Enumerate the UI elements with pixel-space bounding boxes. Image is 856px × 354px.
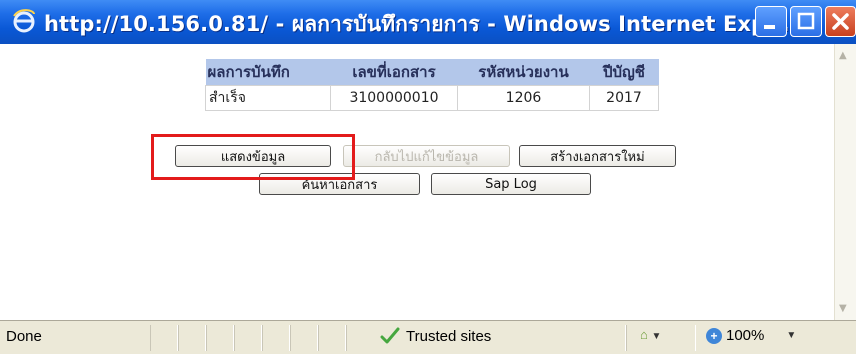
status-segment <box>234 325 262 351</box>
security-zone[interactable]: Trusted sites <box>380 327 491 345</box>
result-table: ผลการบันทึก เลขที่เอกสาร รหัสหน่วยงาน ปี… <box>205 59 659 111</box>
status-segment <box>178 325 206 351</box>
check-icon <box>380 327 400 344</box>
zoom-level: 100% <box>726 327 765 344</box>
ie-logo-icon <box>12 8 36 34</box>
status-segment <box>150 325 178 351</box>
header-result: ผลการบันทึก <box>205 59 331 86</box>
cell-department-code: 1206 <box>457 85 590 111</box>
header-department-code: รหัสหน่วยงาน <box>457 59 590 86</box>
cell-result: สำเร็จ <box>205 85 331 111</box>
security-zone-icon[interactable]: ⌂ ▼ <box>640 327 661 342</box>
highlight-annotation <box>151 134 355 180</box>
scroll-down-arrow-icon[interactable]: ▼ <box>839 303 847 314</box>
browser-window: http://10.156.0.81/ - ผลการบันทึกรายการ … <box>0 0 856 354</box>
cell-fiscal-year: 2017 <box>589 85 659 111</box>
maximize-button[interactable] <box>790 6 822 37</box>
close-icon <box>832 13 849 30</box>
new-document-button[interactable]: สร้างเอกสารใหม่ <box>519 145 676 167</box>
minimize-icon <box>764 25 775 29</box>
sap-log-button[interactable]: Sap Log <box>431 173 591 195</box>
status-segment <box>262 325 290 351</box>
close-button[interactable] <box>825 6 856 37</box>
cell-document-number: 3100000010 <box>330 85 458 111</box>
zone-label: Trusted sites <box>406 327 492 345</box>
status-segment <box>206 325 234 351</box>
vertical-scrollbar[interactable]: ▲ ▼ <box>834 44 856 320</box>
header-document-number: เลขที่เอกสาร <box>330 59 458 86</box>
status-text: Done <box>6 328 42 345</box>
zoom-icon: + <box>706 327 722 344</box>
table-header-row: ผลการบันทึก เลขที่เอกสาร รหัสหน่วยงาน ปี… <box>205 59 659 86</box>
table-row: สำเร็จ 3100000010 1206 2017 <box>205 85 659 111</box>
status-segment <box>318 325 346 351</box>
maximize-icon <box>797 12 815 30</box>
go-back-edit-button: กลับไปแก้ไขข้อมูล <box>343 145 510 167</box>
status-bar: Done Trusted sites ⌂ ▼ + 100% ▼ <box>0 320 856 354</box>
scroll-up-arrow-icon[interactable]: ▲ <box>839 50 847 61</box>
title-bar: http://10.156.0.81/ - ผลการบันทึกรายการ … <box>0 0 856 44</box>
minimize-button[interactable] <box>755 6 787 37</box>
zoom-dropdown-icon[interactable]: ▼ <box>786 330 796 341</box>
window-title: http://10.156.0.81/ - ผลการบันทึกรายการ … <box>44 12 798 36</box>
header-fiscal-year: ปีบัญชี <box>589 59 659 86</box>
zoom-control[interactable]: + 100% ▼ <box>706 327 796 344</box>
status-segment <box>290 325 318 351</box>
